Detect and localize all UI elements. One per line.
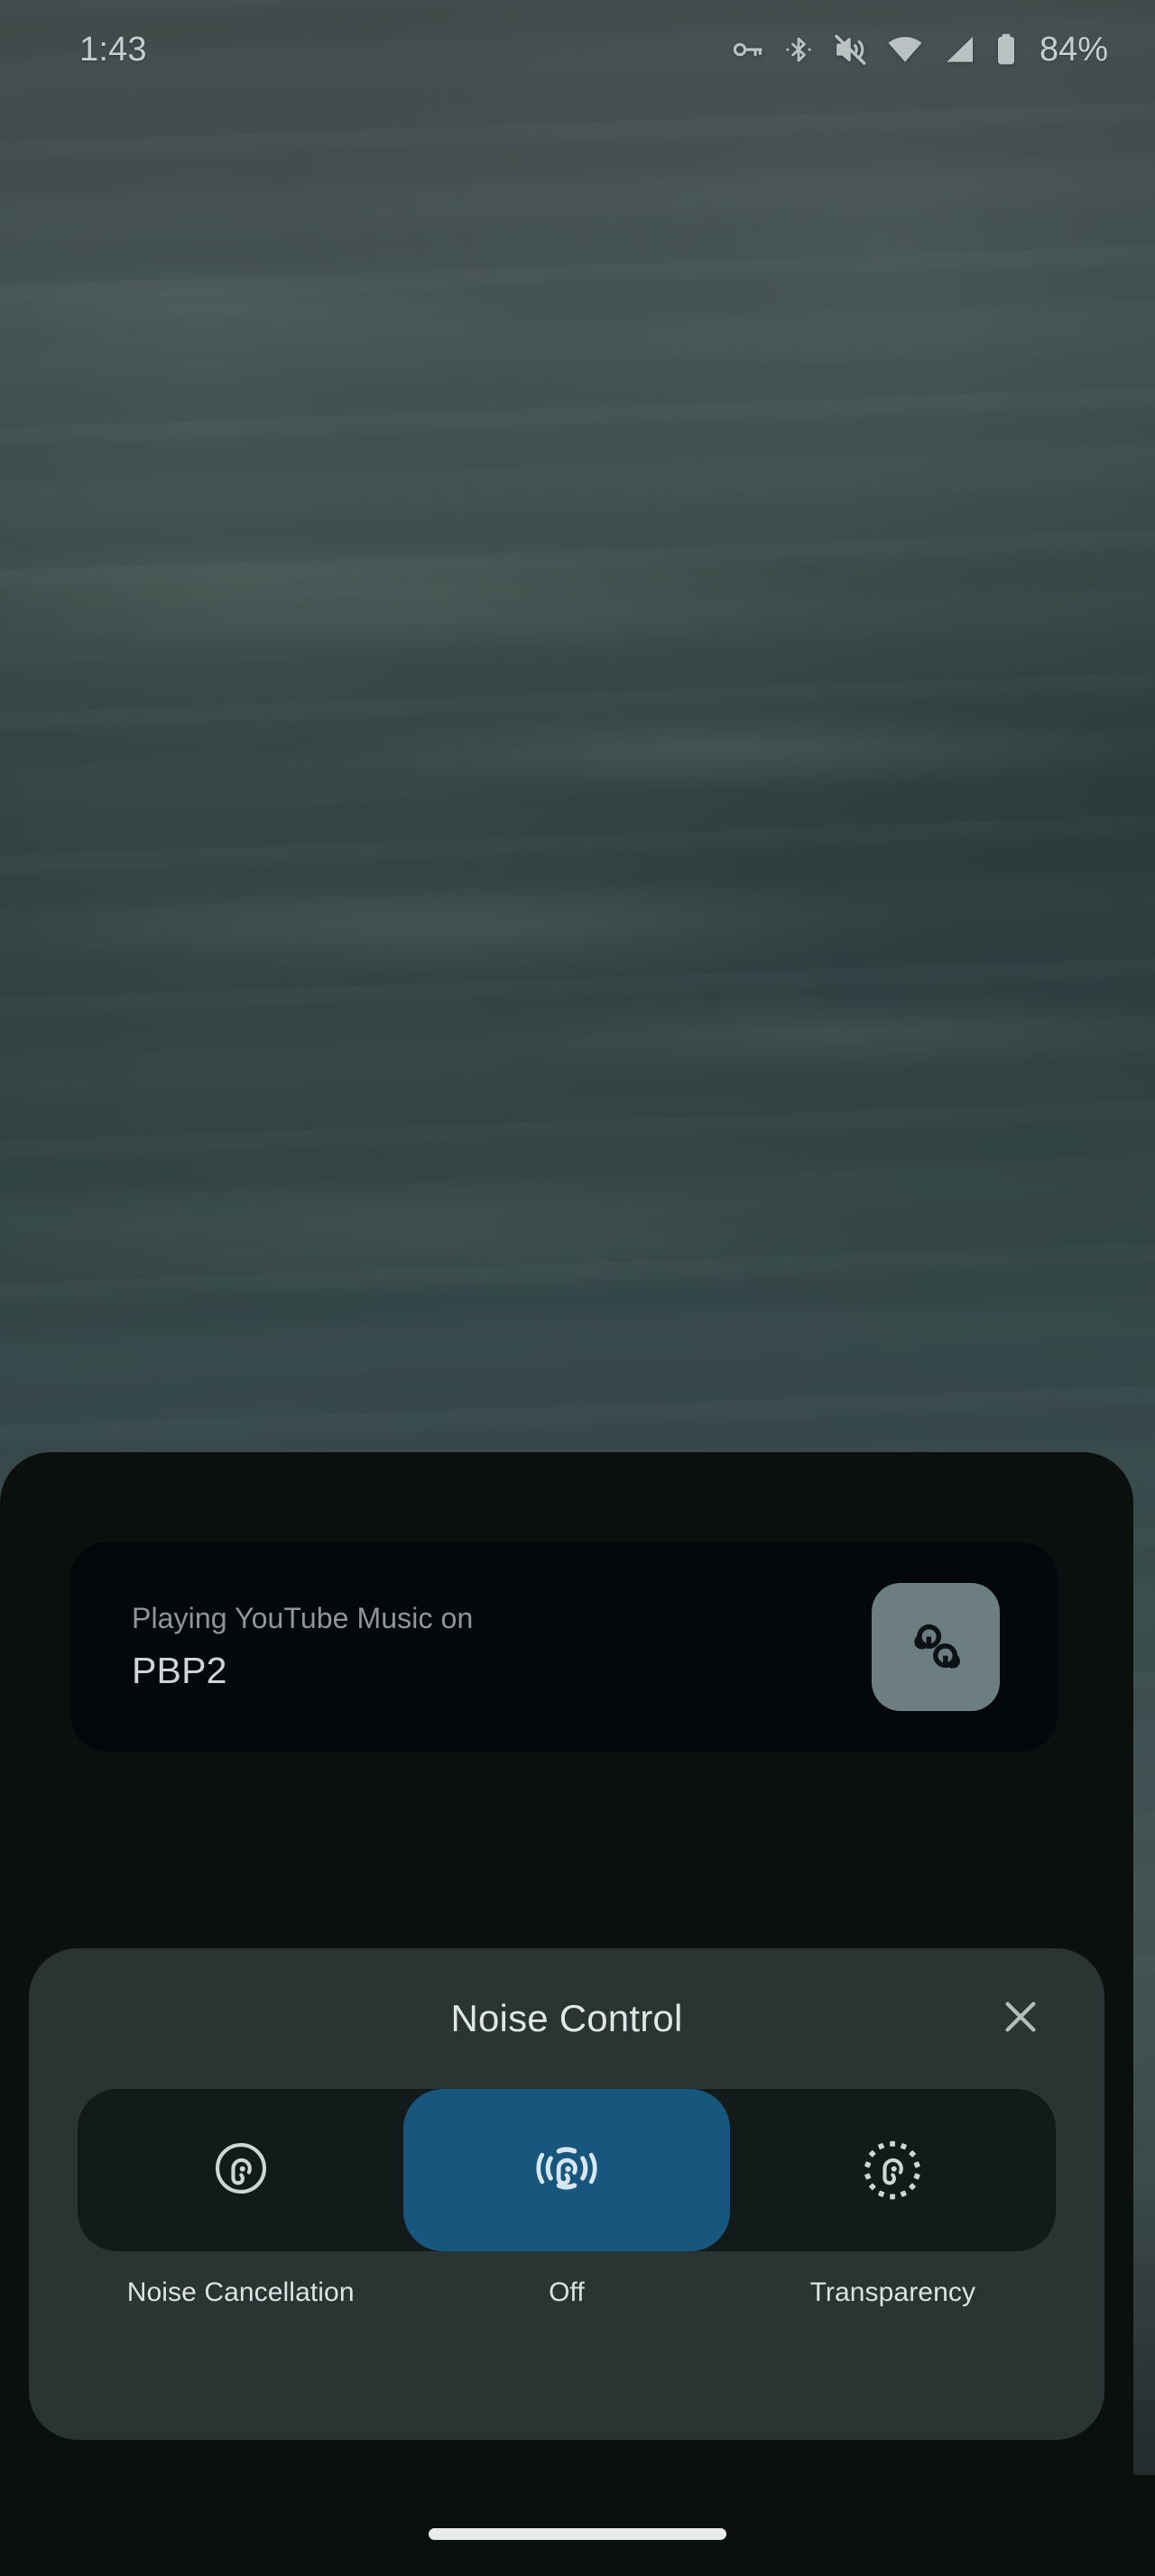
bluetooth-icon bbox=[783, 32, 814, 68]
wifi-icon bbox=[886, 32, 924, 68]
battery-icon bbox=[994, 32, 1018, 68]
earbuds-icon bbox=[901, 1610, 971, 1685]
phone-screen: 1:43 84% Playing YouTube Music on PBP2 N… bbox=[0, 0, 1155, 2576]
noise-control-header: Noise Control bbox=[29, 1948, 1104, 2089]
noise-option-off[interactable] bbox=[403, 2089, 730, 2251]
noise-control-labels: Noise Cancellation Off Transparency bbox=[78, 2266, 1056, 2320]
transparency-icon bbox=[858, 2134, 927, 2207]
close-button[interactable] bbox=[989, 1987, 1052, 2050]
gesture-home-handle[interactable] bbox=[429, 2527, 726, 2540]
media-player-card[interactable]: Playing YouTube Music on PBP2 bbox=[70, 1542, 1058, 1752]
status-bar-clock: 1:43 bbox=[79, 30, 147, 69]
cellular-signal-icon bbox=[942, 32, 976, 68]
status-bar: 1:43 84% bbox=[0, 0, 1155, 99]
media-device-name: PBP2 bbox=[132, 1650, 227, 1691]
noise-control-off-icon bbox=[532, 2134, 601, 2207]
noise-option-transparency[interactable] bbox=[730, 2089, 1056, 2251]
close-icon bbox=[996, 1992, 1045, 2046]
noise-option-label-transparency: Transparency bbox=[809, 2277, 976, 2307]
volume-muted-icon bbox=[832, 32, 868, 68]
quick-settings-panel: Playing YouTube Music on PBP2 Noise Cont… bbox=[0, 1452, 1133, 2576]
navigation-bar bbox=[0, 2475, 1155, 2576]
noise-option-label-noise-cancellation: Noise Cancellation bbox=[126, 2277, 355, 2307]
noise-option-label-off: Off bbox=[549, 2277, 585, 2307]
media-player-text: Playing YouTube Music on PBP2 bbox=[132, 1602, 872, 1692]
media-app-line: Playing YouTube Music on bbox=[132, 1602, 474, 1634]
noise-cancellation-icon bbox=[207, 2134, 275, 2207]
noise-control-options bbox=[78, 2089, 1056, 2251]
noise-control-title: Noise Control bbox=[450, 1997, 683, 2039]
media-output-device-button[interactable] bbox=[872, 1583, 1000, 1711]
vpn-key-icon bbox=[729, 32, 765, 68]
noise-option-noise-cancellation[interactable] bbox=[78, 2089, 403, 2251]
noise-control-sheet: Noise Control Noise Cancellation Off Tra… bbox=[29, 1948, 1104, 2440]
status-bar-icons: 84% bbox=[729, 31, 1108, 69]
battery-percent-label: 84% bbox=[1039, 30, 1108, 69]
